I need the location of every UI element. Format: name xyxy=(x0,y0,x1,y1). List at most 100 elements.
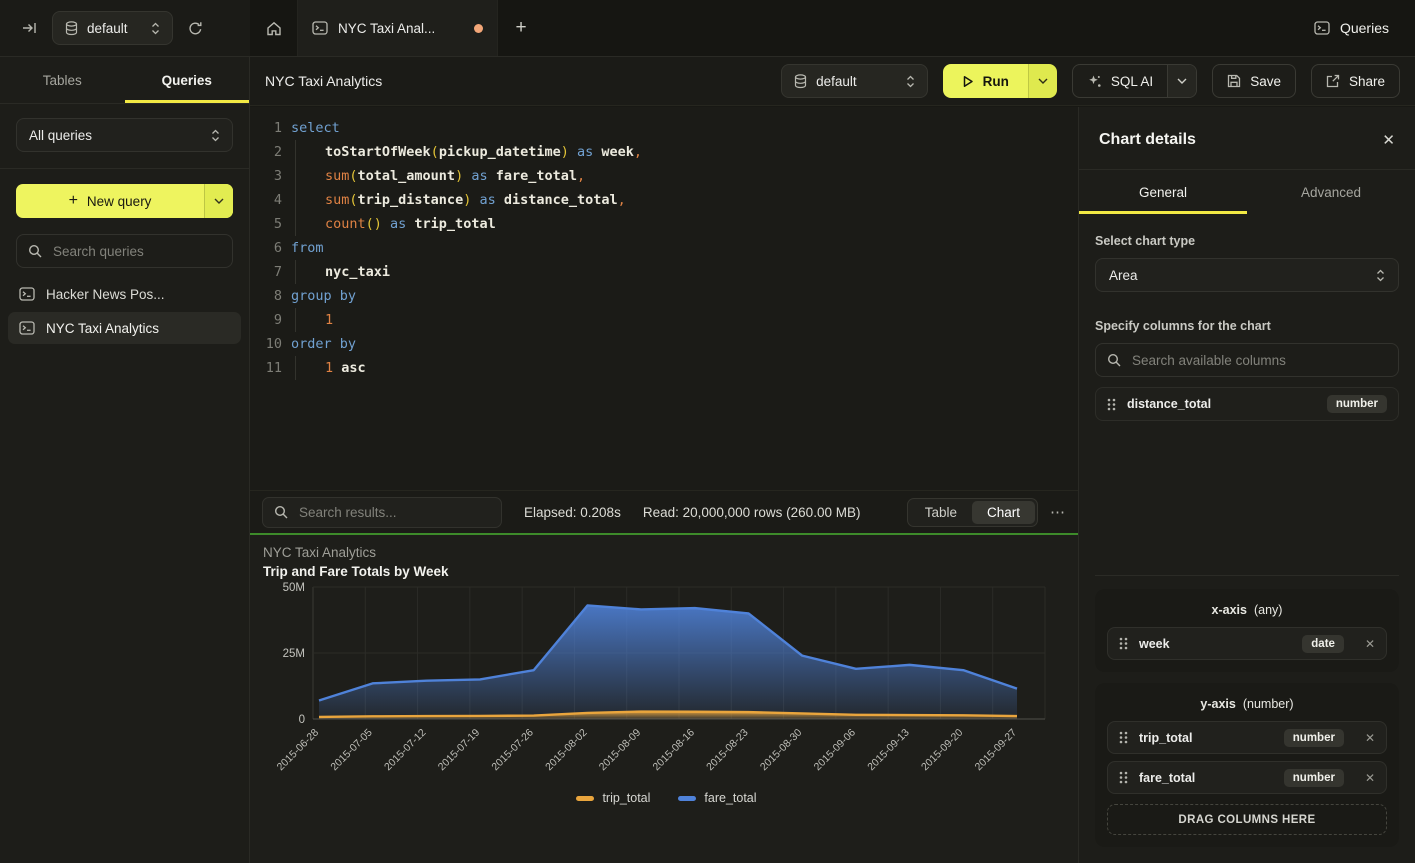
search-columns-input[interactable] xyxy=(1130,352,1387,369)
sparkle-icon xyxy=(1087,74,1102,89)
new-query-button[interactable]: + New query xyxy=(16,184,233,218)
new-tab-button[interactable]: + xyxy=(498,0,544,56)
home-button[interactable] xyxy=(250,0,298,56)
tab-strip: NYC Taxi Anal... + Queries xyxy=(250,0,1415,56)
run-button[interactable]: Run xyxy=(943,64,1057,98)
view-toggle-chart[interactable]: Chart xyxy=(972,501,1035,524)
column-row-distance_total[interactable]: distance_totalnumber xyxy=(1095,387,1399,421)
save-button[interactable]: Save xyxy=(1212,64,1296,98)
database-name: default xyxy=(816,74,857,89)
drag-handle-icon[interactable] xyxy=(1119,637,1128,650)
svg-text:2015-06-28: 2015-06-28 xyxy=(275,727,322,774)
queries-top-button[interactable]: Queries xyxy=(1288,0,1415,56)
sidebar-search[interactable] xyxy=(16,234,233,268)
code-line[interactable]: 7nyc_taxi xyxy=(250,260,1078,284)
sql-ai-main[interactable]: SQL AI xyxy=(1073,65,1167,97)
query-item-hacker-news[interactable]: Hacker News Pos... xyxy=(8,278,241,310)
code-line[interactable]: 111 asc xyxy=(250,356,1078,380)
database-icon xyxy=(65,21,78,36)
legend-label: fare_total xyxy=(704,791,756,805)
home-icon xyxy=(266,21,282,36)
column-name: week xyxy=(1139,637,1170,651)
view-toggle-table[interactable]: Table xyxy=(910,501,972,524)
code-line[interactable]: 6from xyxy=(250,236,1078,260)
remove-column-icon[interactable]: ✕ xyxy=(1365,731,1375,745)
chart-details-tabs: General Advanced xyxy=(1079,170,1415,214)
sql-ai-dropdown[interactable] xyxy=(1167,65,1196,97)
tab-queries[interactable]: Queries xyxy=(125,57,250,103)
sql-ai-button[interactable]: SQL AI xyxy=(1072,64,1197,98)
queries-icon xyxy=(1314,21,1330,35)
svg-text:2015-07-12: 2015-07-12 xyxy=(382,727,429,774)
close-icon[interactable]: ✕ xyxy=(1382,131,1395,149)
y-axis-card: y-axis(number) trip_totalnumber✕fare_tot… xyxy=(1095,683,1399,847)
refresh-icon[interactable] xyxy=(188,21,203,36)
code-text: 1 xyxy=(282,308,333,332)
column-type-badge: number xyxy=(1284,769,1344,787)
line-number: 10 xyxy=(250,332,282,356)
svg-text:2015-08-16: 2015-08-16 xyxy=(650,727,697,774)
collapse-sidebar-icon[interactable] xyxy=(22,21,37,35)
search-results-input[interactable] xyxy=(297,504,490,521)
run-button-main[interactable]: Run xyxy=(943,64,1028,98)
drag-handle-icon[interactable] xyxy=(1119,731,1128,744)
code-line[interactable]: 5count() as trip_total xyxy=(250,212,1078,236)
play-icon xyxy=(962,75,974,88)
columns-label: Specify columns for the chart xyxy=(1095,319,1399,333)
column-row-week[interactable]: weekdate✕ xyxy=(1107,627,1387,660)
chart-type-select[interactable]: Area xyxy=(1095,258,1399,292)
query-item-nyc-taxi[interactable]: NYC Taxi Analytics xyxy=(8,312,241,344)
code-line[interactable]: 1select xyxy=(250,116,1078,140)
code-line[interactable]: 2toStartOfWeek(pickup_datetime) as week, xyxy=(250,140,1078,164)
updown-chevron-icon xyxy=(211,129,220,142)
query-console-icon xyxy=(19,321,35,335)
new-query-dropdown[interactable] xyxy=(204,184,233,218)
line-number: 9 xyxy=(250,308,282,332)
share-button[interactable]: Share xyxy=(1311,64,1400,98)
code-line[interactable]: 10order by xyxy=(250,332,1078,356)
top-bar: default NYC Taxi Anal... + Queri xyxy=(0,0,1415,57)
line-number: 11 xyxy=(250,356,282,380)
code-line[interactable]: 91 xyxy=(250,308,1078,332)
tab-advanced[interactable]: Advanced xyxy=(1247,170,1415,214)
line-number: 6 xyxy=(250,236,282,260)
queries-filter-select[interactable]: All queries xyxy=(16,118,233,152)
tab-general[interactable]: General xyxy=(1079,170,1247,214)
tab-tables[interactable]: Tables xyxy=(0,57,125,103)
code-line[interactable]: 3sum(total_amount) as fare_total, xyxy=(250,164,1078,188)
line-number: 7 xyxy=(250,260,282,284)
legend-item-trip_total[interactable]: trip_total xyxy=(576,791,650,805)
drag-columns-drop-zone[interactable]: DRAG COLUMNS HERE xyxy=(1107,804,1387,835)
svg-text:2015-07-26: 2015-07-26 xyxy=(489,727,536,774)
sql-editor[interactable]: 1select2toStartOfWeek(pickup_datetime) a… xyxy=(250,107,1078,490)
code-text: order by xyxy=(282,332,356,356)
query-list: Hacker News Pos... NYC Taxi Analytics xyxy=(0,278,249,344)
run-database-selector[interactable]: default xyxy=(781,64,928,98)
drag-handle-icon[interactable] xyxy=(1107,398,1116,411)
code-line[interactable]: 4sum(trip_distance) as distance_total, xyxy=(250,188,1078,212)
x-axis-hint: (any) xyxy=(1254,603,1282,617)
line-number: 8 xyxy=(250,284,282,308)
columns-search[interactable] xyxy=(1095,343,1399,377)
remove-column-icon[interactable]: ✕ xyxy=(1365,771,1375,785)
more-options-icon[interactable]: ⋯ xyxy=(1050,503,1066,521)
search-queries-input[interactable] xyxy=(51,243,221,260)
database-selector[interactable]: default xyxy=(52,11,173,45)
query-item-label: NYC Taxi Analytics xyxy=(46,321,159,336)
x-axis-card: x-axis(any) weekdate✕ xyxy=(1095,589,1399,672)
legend-swatch xyxy=(678,796,696,801)
legend-item-fare_total[interactable]: fare_total xyxy=(678,791,756,805)
tab-nyc-taxi-analytics[interactable]: NYC Taxi Anal... xyxy=(298,0,498,56)
run-dropdown[interactable] xyxy=(1028,64,1057,98)
column-row-trip_total[interactable]: trip_totalnumber✕ xyxy=(1107,721,1387,754)
remove-column-icon[interactable]: ✕ xyxy=(1365,637,1375,651)
code-line[interactable]: 8group by xyxy=(250,284,1078,308)
drag-handle-icon[interactable] xyxy=(1119,771,1128,784)
sql-ai-label: SQL AI xyxy=(1111,74,1153,89)
available-columns: distance_totalnumber xyxy=(1095,387,1399,421)
results-search[interactable] xyxy=(262,497,502,528)
new-query-main[interactable]: + New query xyxy=(16,184,204,218)
run-label: Run xyxy=(983,74,1009,89)
column-row-fare_total[interactable]: fare_totalnumber✕ xyxy=(1107,761,1387,794)
column-name: distance_total xyxy=(1127,397,1211,411)
